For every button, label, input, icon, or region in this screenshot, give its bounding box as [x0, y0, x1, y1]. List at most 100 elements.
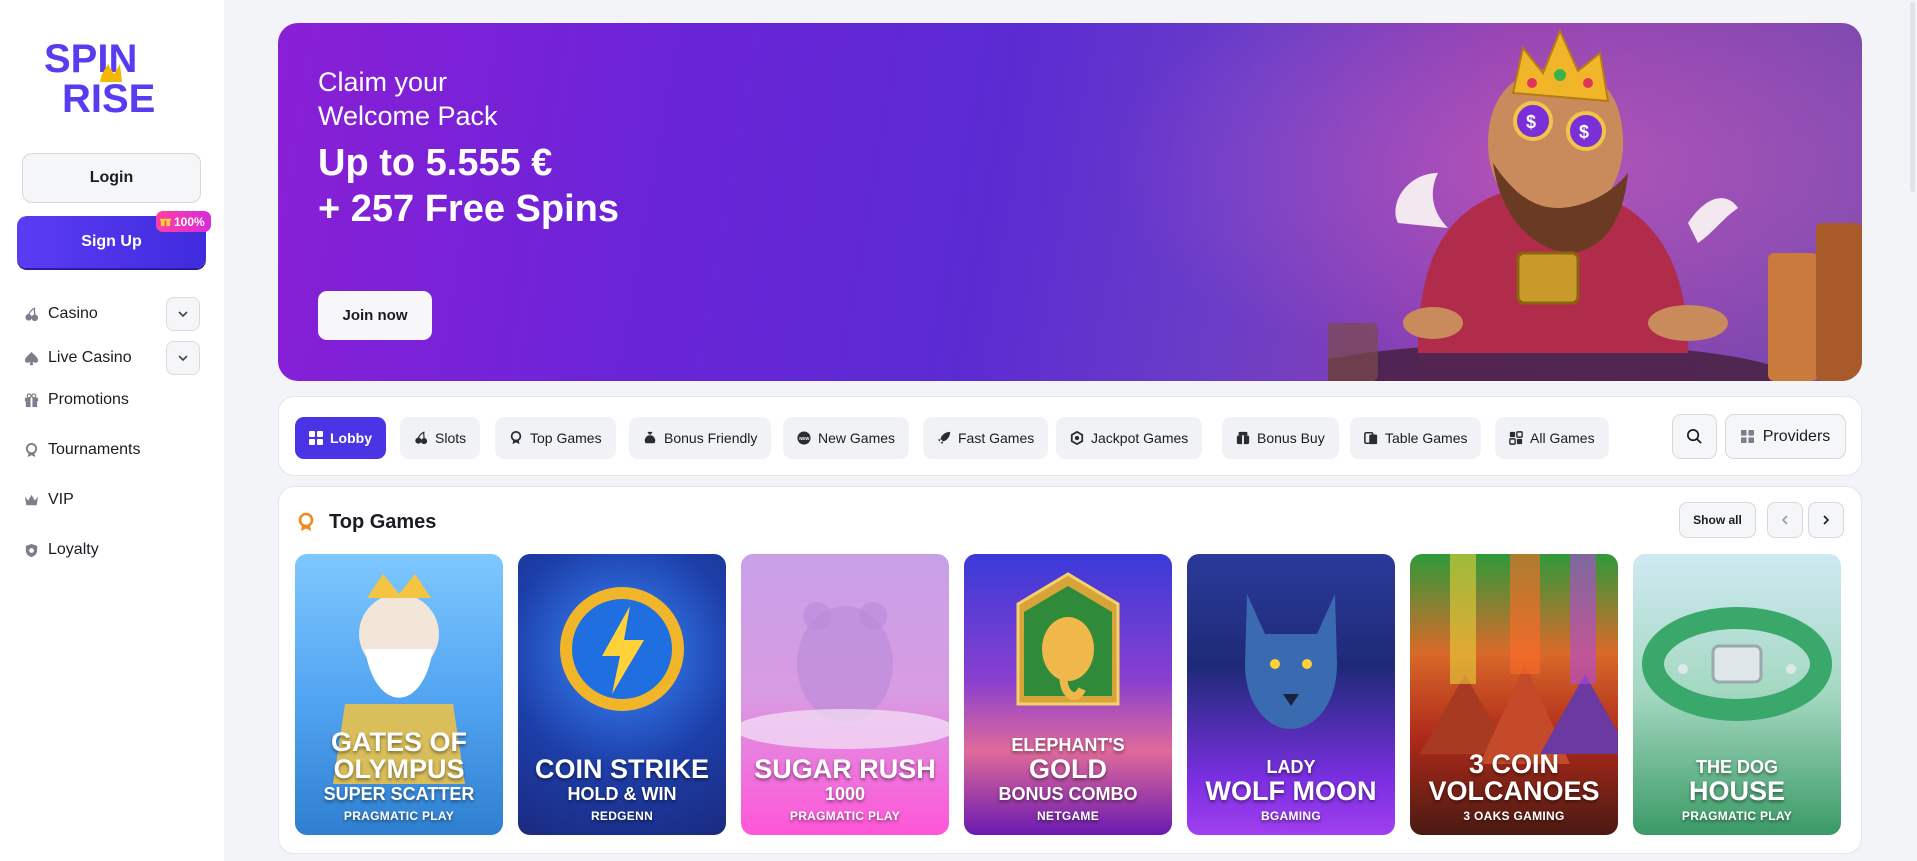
gift-icon: [24, 392, 39, 408]
casino-expand-button[interactable]: [166, 297, 200, 331]
game-subtitle: SUPER SCATTER: [323, 784, 475, 804]
medal-icon: [509, 431, 523, 445]
medal-icon: [298, 512, 314, 531]
game-caption: ELEPHANT'S GOLD BONUS COMBO NETGAME: [964, 734, 1172, 823]
spade-icon: [24, 351, 39, 366]
svg-text:$: $: [1526, 112, 1536, 132]
chevron-left-icon: [1781, 515, 1788, 525]
banner-title-line: Up to 5.555 €: [318, 142, 553, 184]
game-caption: SUGAR RUSH 1000 PRAGMATIC PLAY: [741, 754, 949, 824]
banner-title-line: + 257 Free Spins: [318, 188, 619, 230]
sidebar-item-label: Promotions: [48, 391, 129, 408]
cards-icon: [1364, 431, 1378, 445]
tab-lobby[interactable]: Lobby: [295, 417, 386, 459]
tab-bonus-friendly[interactable]: Bonus Friendly: [629, 417, 772, 459]
new-badge-icon: NEW: [797, 431, 811, 445]
game-title-line: LADY: [1266, 757, 1316, 777]
game-title-line: WOLF MOON: [1205, 776, 1377, 806]
banner-subtitle-line: Welcome Pack: [318, 101, 498, 131]
banner-subtitle: Claim your Welcome Pack: [318, 65, 718, 133]
game-provider: PRAGMATIC PLAY: [789, 809, 901, 823]
show-all-button[interactable]: Show all: [1679, 502, 1756, 538]
tab-all-games[interactable]: All Games: [1495, 417, 1609, 459]
game-subtitle: BONUS COMBO: [998, 784, 1138, 804]
game-subtitle: HOLD & WIN: [567, 784, 677, 804]
sidebar-item-tournaments[interactable]: Tournaments: [24, 432, 204, 468]
tab-slots[interactable]: Slots: [400, 417, 481, 459]
search-button[interactable]: [1672, 414, 1717, 459]
game-title-line: GOLD: [1029, 754, 1107, 784]
game-provider: REDGENN: [590, 809, 654, 823]
king-illustration: $ $: [1328, 28, 1862, 381]
game-title-line: SUGAR RUSH: [754, 754, 936, 784]
svg-text:NEW: NEW: [799, 436, 810, 441]
tab-new-games[interactable]: NEW New Games: [783, 417, 910, 459]
game-title-line: HOUSE: [1688, 776, 1786, 806]
tab-label: Jackpot Games: [1091, 430, 1189, 446]
live-casino-expand-button[interactable]: [166, 341, 200, 375]
sidebar-item-promotions[interactable]: Promotions: [24, 382, 204, 418]
chevron-down-icon: [178, 311, 188, 318]
sidebar-item-label: Casino: [48, 305, 98, 322]
sidebar-item-loyalty[interactable]: Loyalty: [24, 532, 204, 568]
game-title-line: COIN STRIKE: [534, 754, 709, 784]
category-bar: Lobby Slots Top Games Bonus Friendly NEW…: [278, 396, 1862, 476]
carousel-next-button[interactable]: [1808, 502, 1844, 538]
tab-top-games[interactable]: Top Games: [495, 417, 616, 459]
carousel-prev-button[interactable]: [1767, 502, 1803, 538]
sidebar-item-vip[interactable]: VIP: [24, 482, 204, 518]
login-button[interactable]: Login: [22, 153, 201, 203]
tab-label: Table Games: [1385, 430, 1468, 446]
crown-icon: [24, 493, 39, 508]
game-provider: 3 OAKS GAMING: [1463, 809, 1565, 823]
providers-button[interactable]: Providers: [1725, 414, 1846, 459]
banner-subtitle-line: Claim your: [318, 67, 448, 97]
welcome-banner[interactable]: $ $ Claim your Welcome Pack Up to 5.555 …: [278, 23, 1862, 381]
game-title-line: 3 COIN: [1468, 749, 1560, 779]
join-now-button[interactable]: Join now: [318, 291, 432, 340]
tab-label: New Games: [818, 430, 896, 446]
tab-label: Fast Games: [958, 430, 1035, 446]
game-caption: GATES OF OLYMPUS SUPER SCATTER PRAGMATIC…: [295, 727, 503, 824]
providers-label: Providers: [1762, 427, 1831, 445]
tab-fast-games[interactable]: Fast Games: [923, 417, 1049, 459]
grid-icon: [309, 431, 323, 445]
sidebar-item-label: Loyalty: [48, 541, 99, 558]
trophy-icon: [24, 442, 39, 458]
game-title-line: OLYMPUS: [333, 754, 465, 784]
game-title-line: GATES OF: [330, 727, 467, 757]
banner-title: Up to 5.555 € + 257 Free Spins: [318, 140, 918, 232]
spinrise-logo[interactable]: SPIN RISE: [44, 36, 182, 116]
page-scrollbar[interactable]: [1910, 2, 1915, 192]
game-card-lady-wolf-moon[interactable]: LADY WOLF MOON BGAMING: [1187, 554, 1395, 835]
chevron-down-icon: [178, 355, 188, 362]
logo-text-bottom: RISE: [62, 77, 155, 116]
game-card-3-coin-volcanoes[interactable]: 3 COIN VOLCANOES 3 OAKS GAMING: [1410, 554, 1618, 835]
game-provider: BGAMING: [1260, 809, 1322, 823]
game-provider: PRAGMATIC PLAY: [343, 809, 455, 823]
shield-icon: [24, 543, 39, 558]
game-card-coin-strike[interactable]: COIN STRIKE HOLD & WIN REDGENN: [518, 554, 726, 835]
game-card-the-dog-house[interactable]: THE DOG HOUSE PRAGMATIC PLAY: [1633, 554, 1841, 835]
game-title-line: VOLCANOES: [1428, 776, 1600, 806]
chevron-right-icon: [1823, 515, 1830, 525]
logo-text-top: SPIN: [44, 37, 137, 81]
tab-bonus-buy[interactable]: Bonus Buy: [1222, 417, 1339, 459]
cherries-icon: [24, 306, 39, 322]
rocket-icon: [937, 431, 951, 445]
all-games-icon: [1509, 431, 1523, 445]
game-card-gates-of-olympus[interactable]: GATES OF OLYMPUS SUPER SCATTER PRAGMATIC…: [295, 554, 503, 835]
game-card-sugar-rush[interactable]: SUGAR RUSH 1000 PRAGMATIC PLAY: [741, 554, 949, 835]
game-title-line: THE DOG: [1695, 757, 1778, 777]
game-card-elephants-gold[interactable]: ELEPHANT'S GOLD BONUS COMBO NETGAME: [964, 554, 1172, 835]
grid-icon: [1740, 430, 1754, 443]
tab-table-games[interactable]: Table Games: [1350, 417, 1482, 459]
tab-jackpot-games[interactable]: Jackpot Games: [1056, 417, 1203, 459]
sidebar-item-label: Tournaments: [48, 441, 141, 458]
section-title: Top Games: [329, 511, 437, 533]
search-icon: [1687, 429, 1702, 444]
tab-label: Lobby: [330, 430, 372, 446]
game-title-line: ELEPHANT'S: [1011, 735, 1125, 755]
jackpot-icon: [1070, 431, 1084, 445]
signup-bonus-badge: 100%: [156, 211, 211, 232]
